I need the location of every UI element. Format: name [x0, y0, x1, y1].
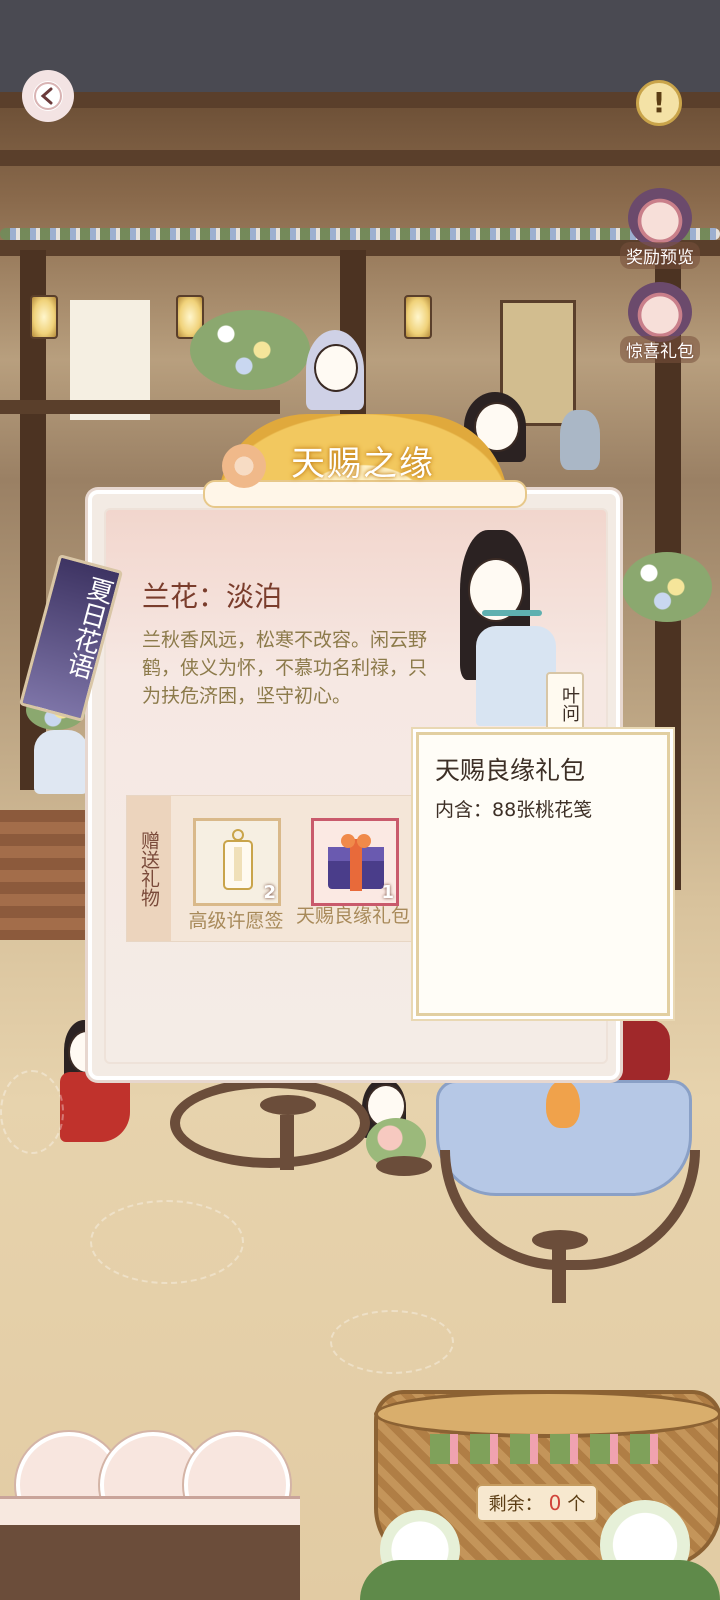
vase: [546, 1080, 580, 1128]
table-base: [440, 1150, 700, 1270]
bottom-shelf: [0, 1520, 300, 1600]
gift-name: 天赐良缘礼包: [295, 905, 410, 927]
reward-bag-icon: [628, 188, 692, 248]
gift-item-gift-box[interactable]: 1: [311, 818, 399, 906]
reward-preview-label: 奖励预览: [620, 242, 700, 269]
gift-bag-icon: [628, 282, 692, 342]
lotus-leaves: [360, 1560, 720, 1600]
tooltip-title: 天赐良缘礼包: [435, 756, 586, 785]
cat-sprite[interactable]: [560, 410, 600, 470]
flute: [482, 610, 542, 616]
flower-description: 兰秋香风远，松寒不改容。闲云野鹤，侠义为怀，不慕功名利禄，只为扶危济困，坚守初心…: [142, 629, 428, 707]
item-tooltip: 天赐良缘礼包 内含：88张桃花笺: [416, 732, 670, 1016]
basket-rim: [374, 1390, 720, 1438]
back-button[interactable]: [22, 70, 74, 122]
remaining-counter: 剩余： 0 个: [476, 1484, 598, 1522]
stool: [376, 1156, 432, 1176]
stool-leg: [280, 1115, 294, 1170]
flower-arrangement: [190, 310, 310, 390]
gift-count: 1: [381, 882, 394, 903]
roof-beam: [0, 150, 720, 166]
gift-count: 2: [263, 882, 276, 903]
gift-item-wish-tag[interactable]: 2: [193, 818, 281, 906]
stairs: [0, 810, 90, 940]
lantern: [30, 295, 58, 339]
floor-pattern: [0, 1070, 64, 1154]
balcony-railing: [0, 400, 280, 414]
floor-pattern: [330, 1310, 454, 1374]
flower-arrangement: [622, 552, 712, 622]
gift-name: 高级许愿签: [188, 910, 284, 932]
back-arrow-icon: [34, 82, 62, 110]
stool: [260, 1095, 316, 1115]
remaining-unit: 个: [567, 1494, 586, 1515]
tooltip-content: 内含：88张桃花笺: [435, 799, 593, 821]
remaining-label: 剩余：: [488, 1494, 543, 1515]
lantern: [404, 295, 432, 339]
info-button[interactable]: !: [636, 80, 682, 126]
exclamation-icon: !: [652, 86, 666, 119]
event-banner: 天赐之缘: [203, 414, 527, 508]
flower-vine: [0, 228, 720, 240]
surprise-gift-label: 惊喜礼包: [620, 336, 700, 363]
basket-flowers: [430, 1434, 660, 1464]
remaining-value: 0: [548, 1491, 562, 1515]
slot-tray: [0, 1496, 300, 1525]
character-sprite[interactable]: [352, 1078, 432, 1208]
character-name-tag[interactable]: 叶问: [546, 672, 584, 736]
roof-beam: [0, 92, 720, 108]
flower-title: 兰花：淡泊: [142, 580, 283, 613]
peach-blossom-icon: [222, 444, 266, 488]
stool: [532, 1230, 588, 1250]
gift-section-label: 赠送礼物: [127, 796, 171, 941]
surprise-gift-button[interactable]: 惊喜礼包: [616, 282, 704, 363]
round-table: [170, 1078, 370, 1168]
reward-preview-button[interactable]: 奖励预览: [616, 188, 704, 269]
wish-tag-icon: [223, 829, 253, 890]
stool-leg: [552, 1248, 566, 1303]
floor-pattern: [90, 1200, 244, 1284]
gift-box-icon: [328, 834, 384, 891]
